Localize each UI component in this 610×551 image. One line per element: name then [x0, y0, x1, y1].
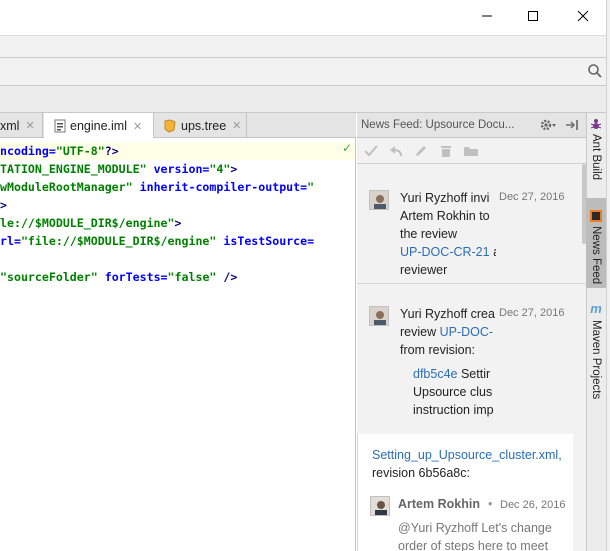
tree-file-icon: [164, 118, 176, 133]
feed-item-date: Dec 27, 2016: [499, 191, 565, 203]
feed-item[interactable]: Yuri Ryzhoff invi Dec 27, 2016 Artem Rok…: [357, 164, 586, 284]
yuri-ryzhoff-avatar: [369, 306, 389, 326]
news-feed-header: News Feed: Upsource Docu...: [357, 113, 586, 138]
feed-item-line: UP-DOC-CR-21 a: [400, 243, 496, 261]
ant-icon: [590, 119, 602, 129]
feed-item-line: Upsource clus: [413, 385, 493, 399]
editor-tab-bar: xml ✕ engine.iml ✕ ups.tree ✕: [0, 113, 356, 139]
tool-window-label: News Feed: [590, 226, 602, 285]
feed-item-line: Artem Rokhin to: [400, 209, 490, 223]
tab-close-icon[interactable]: ✕: [25, 119, 34, 132]
toolbar-spacer: [0, 86, 606, 113]
search-icon[interactable]: [587, 63, 603, 82]
feed-item-line: Yuri Ryzhoff invi: [400, 191, 490, 205]
maven-icon: m: [590, 301, 602, 316]
feed-item-line: Yuri Ryzhoff crea: [400, 307, 495, 321]
close-icon: [577, 10, 589, 22]
revision-link[interactable]: dfb5c4e: [413, 367, 457, 381]
comment-text: @Yuri Ryzhoff Let's change: [398, 521, 552, 535]
comment-date: Dec 26, 2016: [500, 499, 566, 511]
iml-file-icon: [54, 119, 66, 133]
tab-ups-tree[interactable]: ups.tree ✕: [155, 113, 247, 138]
code-line: "sourceFolder" forTests="false" />: [0, 270, 238, 284]
tab-close-icon[interactable]: ✕: [133, 120, 142, 133]
feed-item-line: reviewer: [400, 263, 448, 277]
news-feed-title: News Feed: Upsource Docu...: [361, 119, 515, 131]
tool-window-ant-build[interactable]: Ant Build: [586, 118, 606, 190]
feed-item-date: Dec 27, 2016: [499, 307, 565, 319]
window-border: [606, 0, 610, 551]
main-toolbar: [0, 35, 606, 58]
tab-label: engine.iml: [70, 119, 127, 133]
upsource-icon: [590, 210, 602, 222]
tool-window-maven-projects[interactable]: m Maven Projects: [586, 302, 606, 400]
inspection-ok-icon: ✓: [342, 141, 353, 155]
review-link[interactable]: UP-DOC-: [440, 325, 493, 339]
review-link[interactable]: UP-DOC-CR-21: [400, 245, 490, 259]
code-line: >: [0, 198, 7, 212]
feed-item-line: the review: [400, 227, 457, 241]
feed-item-comment[interactable]: Setting_up_Upsource_cluster.xml, revisio…: [357, 434, 573, 551]
tab-engine-iml[interactable]: engine.iml ✕: [44, 113, 154, 139]
code-editor[interactable]: ncoding="UTF-8"?> TATION_ENGINE_MODULE" …: [0, 138, 356, 551]
code-line: TATION_ENGINE_MODULE" version="4">: [0, 162, 238, 176]
delete-icon[interactable]: [439, 144, 453, 161]
feed-item[interactable]: Yuri Ryzhoff crea Dec 27, 2016 review UP…: [357, 284, 586, 434]
maximize-icon: [528, 11, 538, 21]
revision-label: revision 6b56a8c:: [372, 466, 470, 480]
file-link[interactable]: Setting_up_Upsource_cluster.xml,: [372, 446, 572, 464]
tab-label: ups.tree: [181, 118, 227, 133]
tool-window-label: Ant Build: [590, 134, 602, 181]
hide-panel-icon[interactable]: [565, 118, 579, 135]
minimize-button[interactable]: [464, 0, 510, 32]
separator-dot: •: [488, 497, 493, 511]
folder-icon[interactable]: [463, 144, 479, 161]
code-line: wModuleRootManager" inherit-compiler-out…: [0, 180, 315, 194]
tab-xml[interactable]: xml ✕: [0, 113, 43, 138]
news-feed-toolbar: [357, 138, 586, 164]
code-line: ncoding="UTF-8"?>: [0, 142, 355, 160]
tab-close-icon[interactable]: ✕: [232, 119, 241, 132]
artem-rokhin-avatar: [370, 496, 390, 516]
minimize-icon: [482, 15, 492, 17]
reply-icon[interactable]: [389, 144, 403, 161]
check-icon[interactable]: [364, 144, 378, 161]
feed-item-line: from revision:: [400, 343, 476, 357]
code-line: le://$MODULE_DIR$/engine">: [0, 216, 182, 230]
maximize-button[interactable]: [510, 0, 556, 32]
tab-label: xml: [0, 118, 20, 133]
feed-item-line: dfb5c4e Settir: [413, 367, 491, 381]
code-line: rl="file://$MODULE_DIR$/engine" isTestSo…: [0, 234, 315, 248]
gear-icon[interactable]: [539, 118, 557, 135]
yuri-ryzhoff-avatar: [369, 190, 389, 210]
comment-text: order of steps here to meet: [398, 539, 549, 551]
news-feed-list[interactable]: Yuri Ryzhoff invi Dec 27, 2016 Artem Rok…: [357, 164, 586, 551]
feed-item-line: instruction imp: [413, 403, 494, 417]
edit-icon[interactable]: [414, 144, 428, 161]
tool-window-label: Maven Projects: [590, 320, 602, 400]
navigation-bar: [0, 58, 606, 86]
feed-item-line: review UP-DOC-: [400, 325, 494, 339]
tool-window-news-feed[interactable]: News Feed: [586, 198, 606, 288]
close-button[interactable]: [560, 0, 606, 32]
comment-author: Artem Rokhin: [398, 497, 480, 511]
